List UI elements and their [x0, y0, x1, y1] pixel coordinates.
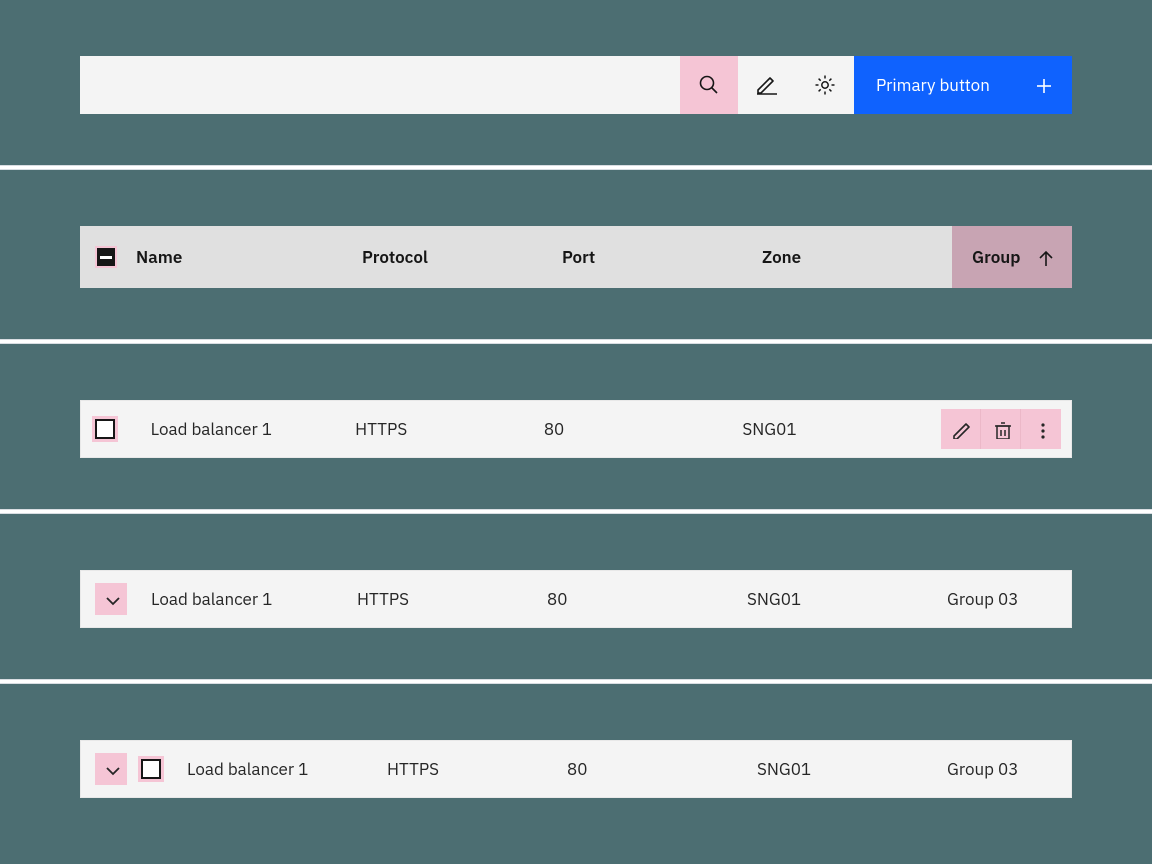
- row-select-cell: [81, 419, 147, 439]
- plus-icon: [1032, 74, 1054, 96]
- table-header: Name Protocol Port Zone Group: [80, 226, 1072, 288]
- toolbar-spacer: [80, 56, 680, 114]
- cell-name: Load balancer 1: [147, 588, 357, 610]
- edit-icon: [951, 419, 971, 439]
- settings-button[interactable]: [796, 56, 854, 114]
- chevron-down-icon: [101, 759, 121, 779]
- table-row[interactable]: Load balancer 1 HTTPS 80 SNG01 Group 03: [80, 740, 1072, 798]
- cell-port: 80: [567, 758, 757, 780]
- cell-port: 80: [544, 418, 743, 440]
- row-lead: [81, 753, 187, 785]
- checkbox-indeterminate-icon: [95, 246, 117, 268]
- expand-toggle[interactable]: [95, 753, 127, 785]
- cell-group: Group 03: [947, 588, 1071, 610]
- row-edit-button[interactable]: [941, 409, 981, 449]
- column-header-protocol[interactable]: Protocol: [352, 246, 552, 268]
- search-button[interactable]: [680, 56, 738, 114]
- row-overflow-button[interactable]: [1021, 409, 1061, 449]
- cell-group: Group 03: [947, 758, 1071, 780]
- row-checkbox[interactable]: [95, 419, 115, 439]
- cell-zone: SNG01: [747, 588, 947, 610]
- cell-protocol: HTTPS: [387, 758, 567, 780]
- sort-ascending-icon: [1034, 247, 1054, 267]
- edit-icon: [755, 73, 779, 97]
- row-checkbox[interactable]: [141, 759, 161, 779]
- table-row[interactable]: Load balancer 1 HTTPS 80 SNG01: [80, 400, 1072, 458]
- edit-button[interactable]: [738, 56, 796, 114]
- column-header-group[interactable]: Group: [952, 226, 1072, 288]
- primary-button-label: Primary button: [876, 74, 990, 96]
- cell-name: Load balancer 1: [147, 418, 356, 440]
- column-header-group-label: Group: [972, 246, 1020, 268]
- primary-button[interactable]: Primary button: [854, 56, 1072, 114]
- table-toolbar: Primary button: [80, 56, 1072, 114]
- select-all-checkbox[interactable]: [80, 246, 132, 268]
- cell-name: Load balancer 1: [187, 758, 387, 780]
- cell-port: 80: [547, 588, 747, 610]
- cell-protocol: HTTPS: [355, 418, 544, 440]
- overflow-icon: [1031, 419, 1051, 439]
- cell-protocol: HTTPS: [357, 588, 547, 610]
- column-header-port[interactable]: Port: [552, 246, 752, 268]
- chevron-down-icon: [101, 589, 121, 609]
- column-header-name[interactable]: Name: [132, 246, 352, 268]
- gear-icon: [813, 73, 837, 97]
- row-actions: [941, 409, 1061, 449]
- trash-icon: [991, 419, 1011, 439]
- cell-zone: SNG01: [742, 418, 941, 440]
- expand-toggle[interactable]: [95, 583, 127, 615]
- column-header-zone[interactable]: Zone: [752, 246, 952, 268]
- search-icon: [698, 74, 720, 96]
- table-row[interactable]: Load balancer 1 HTTPS 80 SNG01 Group 03: [80, 570, 1072, 628]
- row-delete-button[interactable]: [981, 409, 1021, 449]
- row-lead: [81, 583, 147, 615]
- cell-zone: SNG01: [757, 758, 947, 780]
